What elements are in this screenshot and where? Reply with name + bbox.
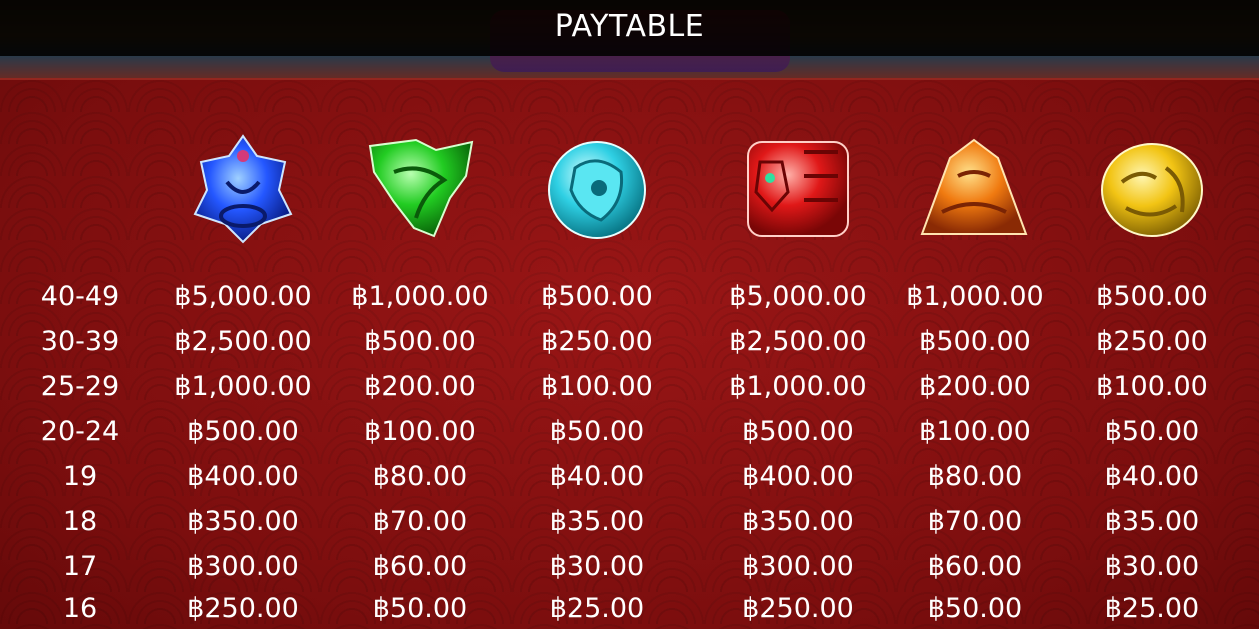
row-label: 18: [62, 506, 98, 537]
payout-cell: ฿50.00: [1104, 416, 1200, 447]
payout-cell: ฿350.00: [742, 506, 854, 537]
payout-cell: ฿200.00: [364, 371, 476, 402]
payout-cell: ฿50.00: [549, 416, 645, 447]
payout-cell: ฿40.00: [549, 461, 645, 492]
payout-cell: ฿2,500.00: [174, 326, 312, 357]
row-label: 30-39: [40, 326, 120, 357]
payout-cell: ฿25.00: [1104, 593, 1200, 624]
payout-cell: ฿80.00: [927, 461, 1023, 492]
payout-cell: ฿5,000.00: [729, 281, 867, 312]
row-label: 19: [62, 461, 98, 492]
payout-cell: ฿400.00: [742, 461, 854, 492]
payout-cell: ฿100.00: [364, 416, 476, 447]
payout-cell: ฿200.00: [919, 371, 1031, 402]
payout-cell: ฿300.00: [742, 551, 854, 582]
payout-cell: ฿500.00: [187, 416, 299, 447]
gold-jade-tiger-icon: [1096, 132, 1208, 244]
payout-cell: ฿400.00: [187, 461, 299, 492]
payout-cell: ฿500.00: [364, 326, 476, 357]
payout-cell: ฿250.00: [742, 593, 854, 624]
payout-cell: ฿100.00: [541, 371, 653, 402]
payout-cell: ฿300.00: [187, 551, 299, 582]
green-jade-dragon-icon: [364, 132, 476, 244]
blue-jade-dragon-icon: [187, 132, 299, 244]
orange-jade-tiger-icon: [918, 132, 1030, 244]
payout-cell: ฿70.00: [927, 506, 1023, 537]
payout-cell: ฿1,000.00: [351, 281, 489, 312]
payout-cell: ฿500.00: [541, 281, 653, 312]
payout-cell: ฿250.00: [1096, 326, 1208, 357]
payout-cell: ฿30.00: [1104, 551, 1200, 582]
payout-cell: ฿30.00: [549, 551, 645, 582]
payout-cell: ฿60.00: [927, 551, 1023, 582]
payout-cell: ฿250.00: [187, 593, 299, 624]
payout-cell: ฿250.00: [541, 326, 653, 357]
payout-cell: ฿1,000.00: [906, 281, 1044, 312]
row-label: 16: [62, 593, 98, 624]
row-label: 25-29: [40, 371, 120, 402]
payout-cell: ฿100.00: [1096, 371, 1208, 402]
page-title: PAYTABLE: [554, 9, 705, 44]
payout-cell: ฿35.00: [549, 506, 645, 537]
payout-cell: ฿2,500.00: [729, 326, 867, 357]
payout-cell: ฿80.00: [372, 461, 468, 492]
payout-cell: ฿35.00: [1104, 506, 1200, 537]
cyan-jade-dragon-icon: [541, 132, 653, 244]
payout-cell: ฿500.00: [742, 416, 854, 447]
payout-cell: ฿5,000.00: [174, 281, 312, 312]
row-label: 17: [62, 551, 98, 582]
payout-cell: ฿40.00: [1104, 461, 1200, 492]
payout-cell: ฿500.00: [919, 326, 1031, 357]
payout-cell: ฿25.00: [549, 593, 645, 624]
payout-cell: ฿1,000.00: [729, 371, 867, 402]
red-jade-tiger-icon: [742, 132, 854, 244]
payout-cell: ฿100.00: [919, 416, 1031, 447]
payout-cell: ฿50.00: [372, 593, 468, 624]
payout-cell: ฿70.00: [372, 506, 468, 537]
payout-cell: ฿1,000.00: [174, 371, 312, 402]
payout-cell: ฿60.00: [372, 551, 468, 582]
payout-cell: ฿500.00: [1096, 281, 1208, 312]
payout-cell: ฿350.00: [187, 506, 299, 537]
row-label: 20-24: [40, 416, 120, 447]
row-label: 40-49: [40, 281, 120, 312]
payout-cell: ฿50.00: [927, 593, 1023, 624]
